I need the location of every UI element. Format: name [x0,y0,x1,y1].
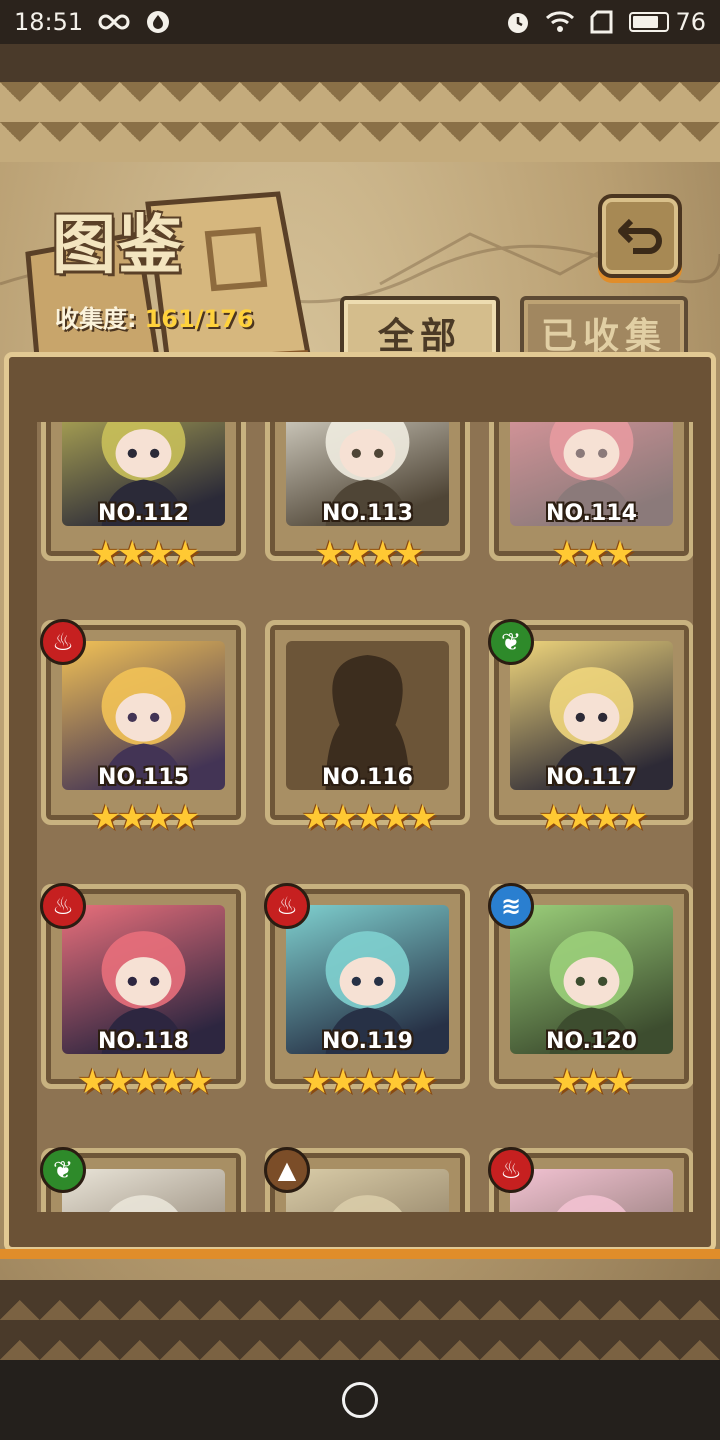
character-card[interactable]: NO.113 ★★★★ [265,422,470,574]
infinity-icon [97,12,131,32]
card-number: NO.117 [546,765,637,790]
character-card[interactable]: NO.117 ★★★★ ❦ [488,619,693,838]
card-number: NO.114 [546,501,637,526]
character-art [108,1195,179,1212]
fire-element-icon: ♨ [488,1147,534,1193]
character-card[interactable]: NO.116 ★★★★★ [265,620,470,838]
wifi-icon [545,10,575,34]
character-card[interactable]: ❦ [40,1147,246,1212]
codex-screen: 图鉴 收集度: 161/176 全部 已收集 NO.112 ★★★★ NO.113 ★… [0,44,720,1360]
back-arrow-icon [618,218,662,254]
card-number: NO.116 [322,765,413,790]
character-portrait [510,1169,673,1212]
water-element-icon: ≋ [488,883,534,929]
navigation-bar [0,1360,720,1440]
star-rating: ★★★★ [314,534,425,574]
character-art [556,1195,627,1212]
fire-element-icon: ♨ [40,883,86,929]
star-rating: ★★★★ [90,798,201,838]
card-number: NO.118 [98,1029,189,1054]
fire-element-icon: ♨ [264,883,310,929]
star-rating: ★★★ [551,534,635,574]
character-card[interactable]: NO.120 ★★★ ≋ [488,883,693,1102]
battery-percent: 76 [675,8,706,36]
earth-element-icon: ▲ [264,1147,310,1193]
collection-value: 161/176 [144,305,254,333]
card-grid[interactable]: NO.112 ★★★★ NO.113 ★★★★ NO.114 ★★★ NO.115 ★★★★ ♨… [37,422,693,1212]
back-button[interactable] [598,194,682,278]
card-number: NO.112 [98,501,189,526]
card-number: NO.120 [546,1029,637,1054]
page-title: 图鉴 [52,208,184,283]
card-number: NO.119 [322,1029,413,1054]
star-rating: ★★★ [551,1062,635,1102]
card-panel: NO.112 ★★★★ NO.113 ★★★★ NO.114 ★★★ NO.115 ★★★★ ♨… [4,352,716,1252]
character-card[interactable]: ♨ [488,1147,693,1212]
app-notification-icon [145,9,171,35]
star-rating: ★★★★ [90,534,201,574]
character-card[interactable]: NO.119 ★★★★★ ♨ [264,883,470,1102]
card-number: NO.115 [98,765,189,790]
character-portrait [286,1169,449,1212]
character-card[interactable]: NO.118 ★★★★★ ♨ [40,883,246,1102]
star-rating: ★★★★★ [77,1062,213,1102]
collection-progress: 收集度: 161/176 [55,299,254,334]
character-portrait [62,1169,225,1212]
battery-icon: 76 [629,8,706,36]
status-bar: 18:51 76 [0,0,720,44]
alarm-icon [505,9,531,35]
character-card[interactable]: ▲ [264,1147,470,1212]
character-art [332,1195,403,1212]
collection-label: 收集度: [55,305,137,333]
fire-element-icon: ♨ [40,619,86,665]
leaf-element-icon: ❦ [40,1147,86,1193]
sim-icon [589,10,615,34]
star-rating: ★★★★★ [301,798,437,838]
leaf-element-icon: ❦ [488,619,534,665]
star-rating: ★★★★★ [301,1062,437,1102]
character-card[interactable]: NO.112 ★★★★ [41,422,246,574]
star-rating: ★★★★ [538,798,649,838]
home-button[interactable] [342,1382,378,1418]
character-card[interactable]: NO.114 ★★★ [489,422,693,574]
clock: 18:51 [14,8,84,36]
card-number: NO.113 [322,501,413,526]
character-card[interactable]: NO.115 ★★★★ ♨ [40,619,246,838]
